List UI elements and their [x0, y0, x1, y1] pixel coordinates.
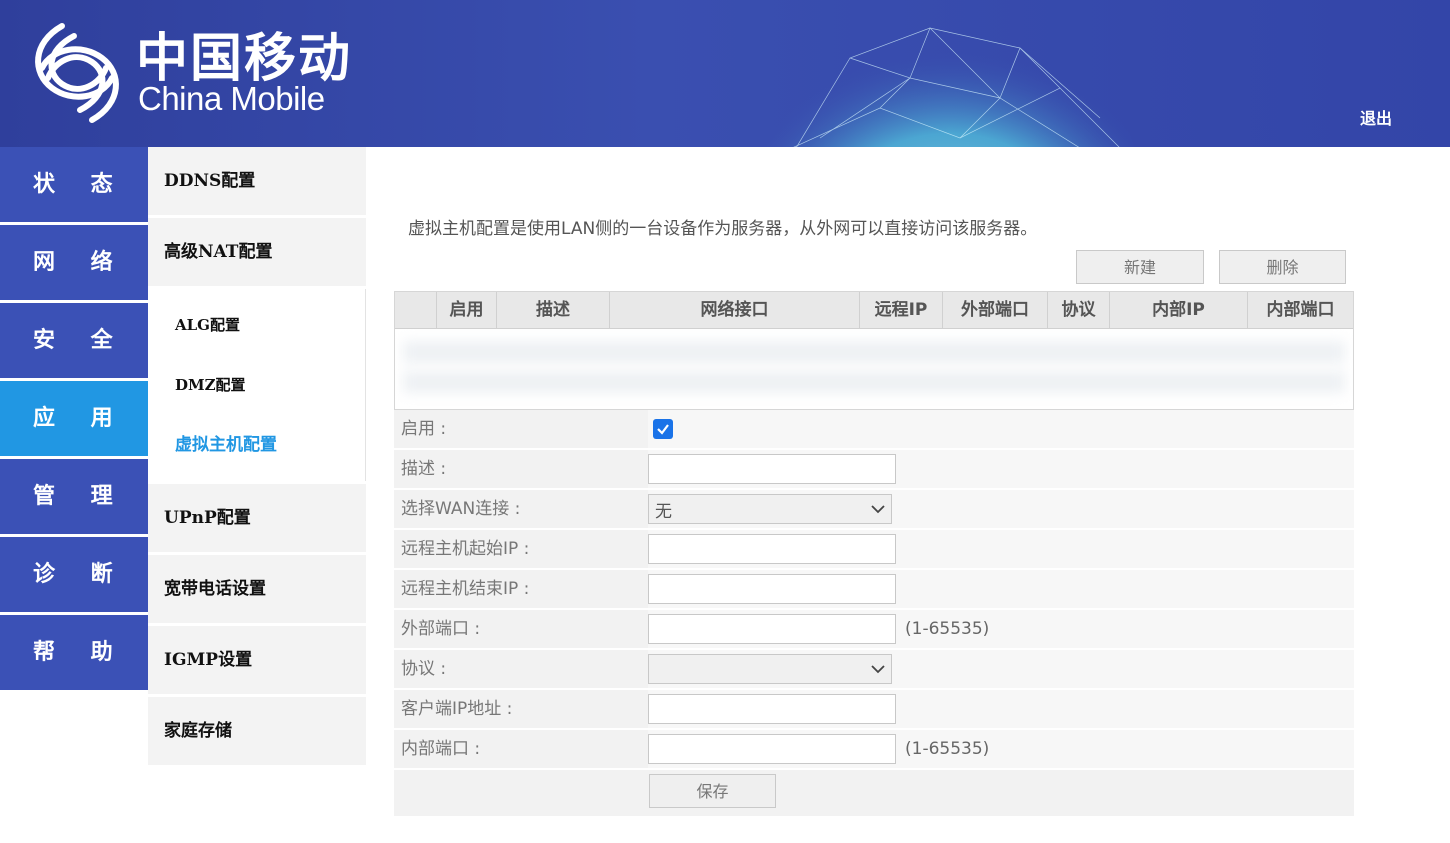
- internal-port-hint: (1-65535): [905, 739, 990, 759]
- virtual-host-form: 启用 : 描述 : 选择WAN连接 : 无 远程主机起始IP : 远程主机结束I…: [394, 410, 1354, 816]
- subnav-advanced-nat[interactable]: 高级NAT配置: [148, 218, 366, 286]
- blurred-row: [403, 371, 1345, 393]
- subnav-virtual-host[interactable]: 虚拟主机配置: [162, 415, 365, 475]
- internal-port-input[interactable]: [648, 734, 896, 764]
- external-port-input[interactable]: [648, 614, 896, 644]
- description-input[interactable]: [648, 454, 896, 484]
- subnav-ddns[interactable]: DDNS配置: [148, 147, 366, 215]
- col-protocol: 协议: [1048, 292, 1110, 328]
- external-port-value-cell: (1-65535): [648, 610, 1354, 648]
- form-row-wan: 选择WAN连接 : 无: [394, 490, 1354, 528]
- nav-help[interactable]: 帮 助: [0, 615, 148, 690]
- form-row-client-ip: 客户端IP地址 :: [394, 690, 1354, 728]
- form-row-description: 描述 :: [394, 450, 1354, 488]
- remote-start-label: 远程主机起始IP :: [401, 539, 530, 559]
- wan-value-cell: 无: [648, 490, 1354, 528]
- external-port-label: 外部端口 :: [401, 619, 481, 639]
- client-ip-value-cell: [648, 690, 1354, 728]
- col-remote-ip: 远程IP: [860, 292, 943, 328]
- remote-start-ip-input[interactable]: [648, 534, 896, 564]
- delete-button[interactable]: 删除: [1219, 250, 1346, 284]
- remote-start-value-cell: [648, 530, 1354, 568]
- col-interface: 网络接口: [610, 292, 860, 328]
- nav-security[interactable]: 安 全: [0, 303, 148, 378]
- enable-value-cell: [648, 410, 1354, 448]
- sub-nav: DDNS配置 高级NAT配置 ALG配置 DMZ配置 虚拟主机配置 UPnP配置…: [148, 147, 366, 768]
- subnav-voip[interactable]: 宽带电话设置: [148, 555, 366, 623]
- subnav-upnp[interactable]: UPnP配置: [148, 484, 366, 552]
- protocol-value-cell: [648, 650, 1354, 688]
- form-row-remote-end: 远程主机结束IP :: [394, 570, 1354, 608]
- select-column-header: [395, 292, 437, 328]
- enable-checkbox[interactable]: [653, 419, 673, 439]
- enable-label: 启用 :: [401, 419, 447, 439]
- wan-select-value: 无: [655, 501, 672, 522]
- save-button[interactable]: 保存: [649, 774, 776, 808]
- internal-port-label: 内部端口 :: [401, 739, 481, 759]
- subnav-nat-group: ALG配置 DMZ配置 虚拟主机配置: [162, 289, 366, 481]
- form-row-remote-start: 远程主机起始IP :: [394, 530, 1354, 568]
- form-row-external-port: 外部端口 : (1-65535): [394, 610, 1354, 648]
- header-banner: 中国移动 China Mobile 退出: [0, 0, 1450, 147]
- nav-diagnostics[interactable]: 诊 断: [0, 537, 148, 612]
- table-body-blurred: [395, 329, 1353, 411]
- nav-network[interactable]: 网 络: [0, 225, 148, 300]
- form-row-internal-port: 内部端口 : (1-65535): [394, 730, 1354, 768]
- col-enable: 启用: [437, 292, 497, 328]
- description-value-cell: [648, 450, 1354, 488]
- subnav-dmz[interactable]: DMZ配置: [162, 355, 365, 415]
- col-external-port: 外部端口: [943, 292, 1048, 328]
- blurred-row: [403, 341, 1345, 363]
- globe-network-graphic: [765, 18, 1135, 147]
- china-mobile-logo-icon: [35, 23, 119, 123]
- virtual-host-table: 启用 描述 网络接口 远程IP 外部端口 协议 内部IP 内部端口: [394, 291, 1354, 410]
- nav-status[interactable]: 状 态: [0, 147, 148, 222]
- chevron-down-icon: [871, 505, 885, 514]
- remote-end-ip-input[interactable]: [648, 574, 896, 604]
- client-ip-label: 客户端IP地址 :: [401, 699, 513, 719]
- chevron-down-icon: [871, 665, 885, 674]
- nav-application[interactable]: 应 用: [0, 381, 148, 456]
- form-row-enable: 启用 :: [394, 410, 1354, 448]
- form-row-save: 保存: [394, 770, 1354, 816]
- subnav-home-storage[interactable]: 家庭存储: [148, 697, 366, 765]
- description-label: 描述 :: [401, 459, 447, 479]
- wan-select[interactable]: 无: [648, 494, 892, 524]
- new-button[interactable]: 新建: [1076, 250, 1204, 284]
- internal-port-value-cell: (1-65535): [648, 730, 1354, 768]
- main-nav: 状 态 网 络 安 全 应 用 管 理 诊 断 帮 助: [0, 147, 148, 693]
- protocol-select[interactable]: [648, 654, 892, 684]
- subnav-alg[interactable]: ALG配置: [162, 295, 365, 355]
- checkmark-icon: [657, 424, 669, 435]
- table-header: 启用 描述 网络接口 远程IP 外部端口 协议 内部IP 内部端口: [395, 292, 1353, 329]
- protocol-label: 协议 :: [401, 659, 447, 679]
- wan-label: 选择WAN连接 :: [401, 499, 521, 519]
- nav-management[interactable]: 管 理: [0, 459, 148, 534]
- page-description: 虚拟主机配置是使用LAN侧的一台设备作为服务器，从外网可以直接访问该服务器。: [408, 219, 1038, 239]
- remote-end-label: 远程主机结束IP :: [401, 579, 530, 599]
- col-description: 描述: [497, 292, 610, 328]
- col-internal-port: 内部端口: [1266, 300, 1335, 320]
- external-port-hint: (1-65535): [905, 619, 990, 639]
- logout-link[interactable]: 退出: [1360, 105, 1392, 129]
- brand-name-english: China Mobile: [138, 80, 325, 117]
- subnav-igmp[interactable]: IGMP设置: [148, 626, 366, 694]
- form-row-protocol: 协议 :: [394, 650, 1354, 688]
- col-internal-ip: 内部IP: [1110, 292, 1248, 328]
- remote-end-value-cell: [648, 570, 1354, 608]
- client-ip-input[interactable]: [648, 694, 896, 724]
